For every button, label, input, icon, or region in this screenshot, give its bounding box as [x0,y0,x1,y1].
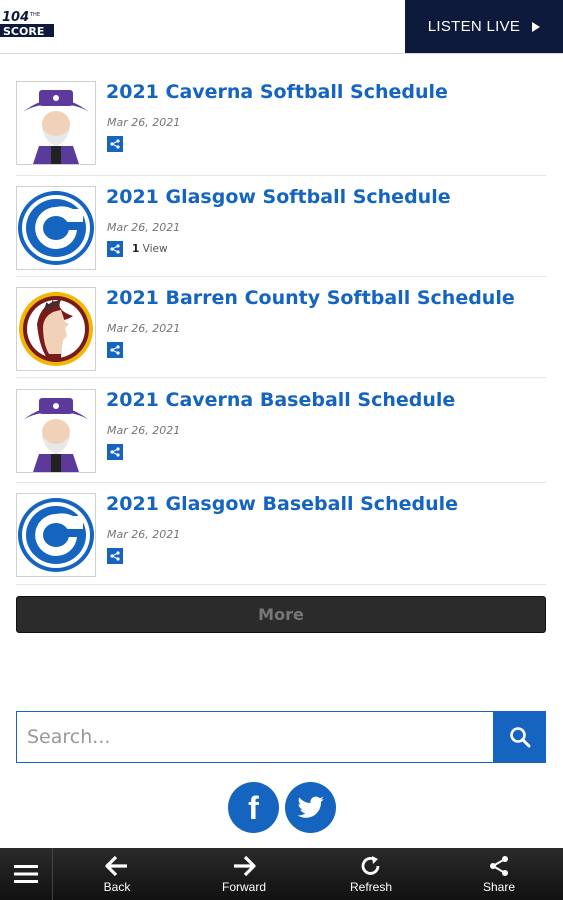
share-button[interactable] [107,342,123,358]
article-title[interactable]: 2021 Glasgow Softball Schedule [106,186,451,208]
search-input[interactable] [16,711,494,763]
twitter-icon [296,796,324,818]
view-count-number: 1 [132,243,140,255]
share-label: Share [482,880,516,894]
twitter-button[interactable] [285,782,336,833]
menu-button[interactable] [0,848,53,900]
share-icon [110,139,120,149]
caverna-colonel-logo[interactable] [16,389,96,473]
list-item[interactable]: 2021 Glasgow Softball Schedule Mar 26, 2… [16,186,546,277]
glasgow-g-logo[interactable] [16,493,96,577]
article-title[interactable]: 2021 Glasgow Baseball Schedule [106,493,458,515]
listen-live-button[interactable]: LISTEN LIVE [405,0,563,53]
article-title[interactable]: 2021 Caverna Softball Schedule [106,81,448,103]
play-icon [532,21,541,32]
svg-text:104: 104 [2,10,29,25]
list-item[interactable]: 2021 Glasgow Baseball Schedule Mar 26, 2… [16,493,546,585]
more-button[interactable]: More [16,596,546,633]
refresh-button[interactable]: Refresh [331,848,411,900]
share-icon [110,551,120,561]
share-icon [110,447,120,457]
article-date: Mar 26, 2021 [107,116,181,129]
svg-text:SCORE: SCORE [3,25,44,38]
list-item[interactable]: 2021 Barren County Softball Schedule Mar… [16,287,546,378]
more-button-label: More [258,605,304,624]
search-bar [16,711,546,763]
header-bar: 104 THE SCORE LISTEN LIVE [0,0,563,54]
share-icon [110,244,120,254]
share-button[interactable] [107,136,123,152]
refresh-icon [361,856,380,875]
share-icon [490,856,508,876]
arrow-left-icon [105,855,127,877]
station-logo[interactable]: 104 THE SCORE [0,8,54,40]
barren-county-trojan-logo[interactable] [16,287,96,371]
svg-text:THE: THE [29,12,40,18]
facebook-icon: f [248,789,259,826]
list-item[interactable]: 2021 Caverna Baseball Schedule Mar 26, 2… [16,389,546,483]
share-icon [110,345,120,355]
forward-button[interactable]: Forward [204,848,284,900]
article-date: Mar 26, 2021 [107,322,181,335]
search-button[interactable] [494,711,546,763]
facebook-button[interactable]: f [228,782,279,833]
arrow-right-icon [234,855,256,877]
share-page-button[interactable]: Share [459,848,539,900]
hamburger-menu-icon [14,865,38,883]
glasgow-g-logo[interactable] [16,186,96,270]
article-title[interactable]: 2021 Caverna Baseball Schedule [106,389,455,411]
refresh-label: Refresh [349,880,393,894]
article-date: Mar 26, 2021 [107,424,181,437]
bottom-toolbar: Back Forward Refresh Share [0,848,563,900]
back-button[interactable]: Back [77,848,157,900]
article-date: Mar 26, 2021 [107,528,181,541]
view-count-label: View [142,243,168,255]
forward-label: Forward [221,880,266,894]
share-button[interactable] [107,444,123,460]
article-title[interactable]: 2021 Barren County Softball Schedule [106,287,515,309]
search-icon [510,727,531,748]
back-label: Back [103,880,131,894]
share-button[interactable] [107,241,123,257]
listen-live-label: LISTEN LIVE [427,18,521,35]
view-count: 1 View [132,243,168,255]
list-item[interactable]: 2021 Caverna Softball Schedule Mar 26, 2… [16,81,546,176]
share-button[interactable] [107,548,123,564]
caverna-colonel-logo[interactable] [16,81,96,165]
article-date: Mar 26, 2021 [107,221,181,234]
